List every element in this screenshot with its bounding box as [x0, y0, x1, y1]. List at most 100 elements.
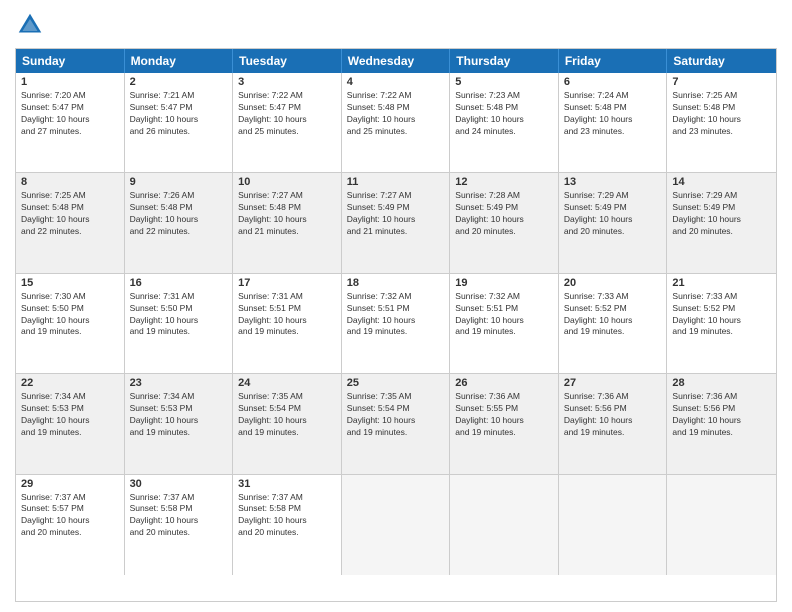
day-info: Sunrise: 7:29 AM Sunset: 5:49 PM Dayligh… — [672, 190, 771, 238]
day-number: 14 — [672, 176, 771, 188]
calendar-header: SundayMondayTuesdayWednesdayThursdayFrid… — [16, 49, 776, 73]
calendar-cell: 17Sunrise: 7:31 AM Sunset: 5:51 PM Dayli… — [233, 274, 342, 373]
day-info: Sunrise: 7:21 AM Sunset: 5:47 PM Dayligh… — [130, 90, 228, 138]
calendar-row-2: 8 Sunrise: 7:25 AM Sunset: 5:48 PM Daylig… — [16, 173, 776, 273]
day-number: 10 — [238, 176, 336, 188]
page: SundayMondayTuesdayWednesdayThursdayFrid… — [0, 0, 792, 612]
day-number: 26 — [455, 377, 553, 389]
day-info: Sunrise: 7:35 AM Sunset: 5:54 PM Dayligh… — [238, 391, 336, 439]
calendar-cell: 6 Sunrise: 7:24 AM Sunset: 5:48 PM Daylig… — [559, 73, 668, 172]
calendar-cell — [559, 475, 668, 575]
day-number: 6 — [564, 76, 662, 88]
calendar-cell: 30Sunrise: 7:37 AM Sunset: 5:58 PM Dayli… — [125, 475, 234, 575]
day-number: 18 — [347, 277, 445, 289]
day-number: 11 — [347, 176, 445, 188]
calendar-row-5: 29 Sunrise: 7:37 AM Sunset: 5:57 PM Dayli… — [16, 475, 776, 575]
calendar-cell: 16 Sunrise: 7:31 AM Sunset: 5:50 PM Dayli… — [125, 274, 234, 373]
day-info: Sunrise: 7:31 AM Sunset: 5:51 PM Dayligh… — [238, 291, 336, 339]
day-number: 7 — [672, 76, 771, 88]
day-number: 15 — [21, 277, 119, 289]
day-number: 20 — [564, 277, 662, 289]
day-number: 29 — [21, 478, 119, 490]
calendar-cell: 2 Sunrise: 7:21 AM Sunset: 5:47 PM Daylig… — [125, 73, 234, 172]
day-number: 21 — [672, 277, 771, 289]
calendar-cell: 14 Sunrise: 7:29 AM Sunset: 5:49 PM Dayli… — [667, 173, 776, 272]
day-info: Sunrise: 7:32 AM Sunset: 5:51 PM Dayligh… — [347, 291, 445, 339]
calendar-cell: 5Sunrise: 7:23 AM Sunset: 5:48 PM Daylig… — [450, 73, 559, 172]
calendar-cell: 10 Sunrise: 7:27 AM Sunset: 5:48 PM Dayli… — [233, 173, 342, 272]
calendar-cell: 18 Sunrise: 7:32 AM Sunset: 5:51 PM Dayli… — [342, 274, 451, 373]
calendar-cell: 7 Sunrise: 7:25 AM Sunset: 5:48 PM Daylig… — [667, 73, 776, 172]
day-info: Sunrise: 7:34 AM Sunset: 5:53 PM Dayligh… — [130, 391, 228, 439]
calendar-cell: 28 Sunrise: 7:36 AM Sunset: 5:56 PM Dayli… — [667, 374, 776, 473]
day-info: Sunrise: 7:20 AM Sunset: 5:47 PM Dayligh… — [21, 90, 119, 138]
day-info: Sunrise: 7:28 AM Sunset: 5:49 PM Dayligh… — [455, 190, 553, 238]
calendar-cell — [450, 475, 559, 575]
day-info: Sunrise: 7:26 AM Sunset: 5:48 PM Dayligh… — [130, 190, 228, 238]
logo-icon — [15, 10, 45, 40]
day-info: Sunrise: 7:32 AM Sunset: 5:51 PM Dayligh… — [455, 291, 553, 339]
header-cell-thursday: Thursday — [450, 49, 559, 73]
calendar-cell: 29 Sunrise: 7:37 AM Sunset: 5:57 PM Dayli… — [16, 475, 125, 575]
day-info: Sunrise: 7:31 AM Sunset: 5:50 PM Dayligh… — [130, 291, 228, 339]
day-info: Sunrise: 7:22 AM Sunset: 5:48 PM Dayligh… — [347, 90, 445, 138]
calendar-cell — [667, 475, 776, 575]
day-number: 2 — [130, 76, 228, 88]
day-number: 22 — [21, 377, 119, 389]
calendar-row-3: 15 Sunrise: 7:30 AM Sunset: 5:50 PM Dayli… — [16, 274, 776, 374]
calendar-cell: 24 Sunrise: 7:35 AM Sunset: 5:54 PM Dayli… — [233, 374, 342, 473]
calendar-row-4: 22 Sunrise: 7:34 AM Sunset: 5:53 PM Dayli… — [16, 374, 776, 474]
day-number: 3 — [238, 76, 336, 88]
day-number: 13 — [564, 176, 662, 188]
calendar-cell: 20 Sunrise: 7:33 AM Sunset: 5:52 PM Dayli… — [559, 274, 668, 373]
day-info: Sunrise: 7:35 AM Sunset: 5:54 PM Dayligh… — [347, 391, 445, 439]
calendar-row-1: 1Sunrise: 7:20 AM Sunset: 5:47 PM Daylig… — [16, 73, 776, 173]
day-info: Sunrise: 7:36 AM Sunset: 5:56 PM Dayligh… — [672, 391, 771, 439]
day-number: 16 — [130, 277, 228, 289]
day-info: Sunrise: 7:22 AM Sunset: 5:47 PM Dayligh… — [238, 90, 336, 138]
day-info: Sunrise: 7:29 AM Sunset: 5:49 PM Dayligh… — [564, 190, 662, 238]
day-number: 24 — [238, 377, 336, 389]
day-info: Sunrise: 7:24 AM Sunset: 5:48 PM Dayligh… — [564, 90, 662, 138]
day-number: 8 — [21, 176, 119, 188]
calendar-cell: 23 Sunrise: 7:34 AM Sunset: 5:53 PM Dayli… — [125, 374, 234, 473]
day-number: 4 — [347, 76, 445, 88]
day-info: Sunrise: 7:30 AM Sunset: 5:50 PM Dayligh… — [21, 291, 119, 339]
day-info: Sunrise: 7:33 AM Sunset: 5:52 PM Dayligh… — [564, 291, 662, 339]
day-number: 23 — [130, 377, 228, 389]
calendar-cell: 9 Sunrise: 7:26 AM Sunset: 5:48 PM Daylig… — [125, 173, 234, 272]
calendar-cell: 15 Sunrise: 7:30 AM Sunset: 5:50 PM Dayli… — [16, 274, 125, 373]
day-info: Sunrise: 7:25 AM Sunset: 5:48 PM Dayligh… — [21, 190, 119, 238]
day-number: 28 — [672, 377, 771, 389]
calendar-cell: 19Sunrise: 7:32 AM Sunset: 5:51 PM Dayli… — [450, 274, 559, 373]
header-cell-friday: Friday — [559, 49, 668, 73]
calendar-cell: 4 Sunrise: 7:22 AM Sunset: 5:48 PM Daylig… — [342, 73, 451, 172]
calendar-cell: 31 Sunrise: 7:37 AM Sunset: 5:58 PM Dayli… — [233, 475, 342, 575]
day-info: Sunrise: 7:37 AM Sunset: 5:58 PM Dayligh… — [238, 492, 336, 540]
day-number: 9 — [130, 176, 228, 188]
calendar-cell: 8 Sunrise: 7:25 AM Sunset: 5:48 PM Daylig… — [16, 173, 125, 272]
calendar-cell: 1Sunrise: 7:20 AM Sunset: 5:47 PM Daylig… — [16, 73, 125, 172]
day-info: Sunrise: 7:37 AM Sunset: 5:58 PM Dayligh… — [130, 492, 228, 540]
header-cell-monday: Monday — [125, 49, 234, 73]
day-number: 12 — [455, 176, 553, 188]
header-cell-saturday: Saturday — [667, 49, 776, 73]
calendar-body: 1Sunrise: 7:20 AM Sunset: 5:47 PM Daylig… — [16, 73, 776, 575]
day-info: Sunrise: 7:27 AM Sunset: 5:49 PM Dayligh… — [347, 190, 445, 238]
day-info: Sunrise: 7:25 AM Sunset: 5:48 PM Dayligh… — [672, 90, 771, 138]
day-info: Sunrise: 7:37 AM Sunset: 5:57 PM Dayligh… — [21, 492, 119, 540]
day-info: Sunrise: 7:36 AM Sunset: 5:56 PM Dayligh… — [564, 391, 662, 439]
calendar-cell — [342, 475, 451, 575]
calendar-cell: 13 Sunrise: 7:29 AM Sunset: 5:49 PM Dayli… — [559, 173, 668, 272]
day-number: 5 — [455, 76, 553, 88]
calendar-cell: 21Sunrise: 7:33 AM Sunset: 5:52 PM Dayli… — [667, 274, 776, 373]
header-cell-wednesday: Wednesday — [342, 49, 451, 73]
day-number: 31 — [238, 478, 336, 490]
calendar-cell: 12 Sunrise: 7:28 AM Sunset: 5:49 PM Dayli… — [450, 173, 559, 272]
day-number: 27 — [564, 377, 662, 389]
day-info: Sunrise: 7:34 AM Sunset: 5:53 PM Dayligh… — [21, 391, 119, 439]
day-info: Sunrise: 7:27 AM Sunset: 5:48 PM Dayligh… — [238, 190, 336, 238]
calendar: SundayMondayTuesdayWednesdayThursdayFrid… — [15, 48, 777, 602]
calendar-cell: 22 Sunrise: 7:34 AM Sunset: 5:53 PM Dayli… — [16, 374, 125, 473]
header-cell-tuesday: Tuesday — [233, 49, 342, 73]
